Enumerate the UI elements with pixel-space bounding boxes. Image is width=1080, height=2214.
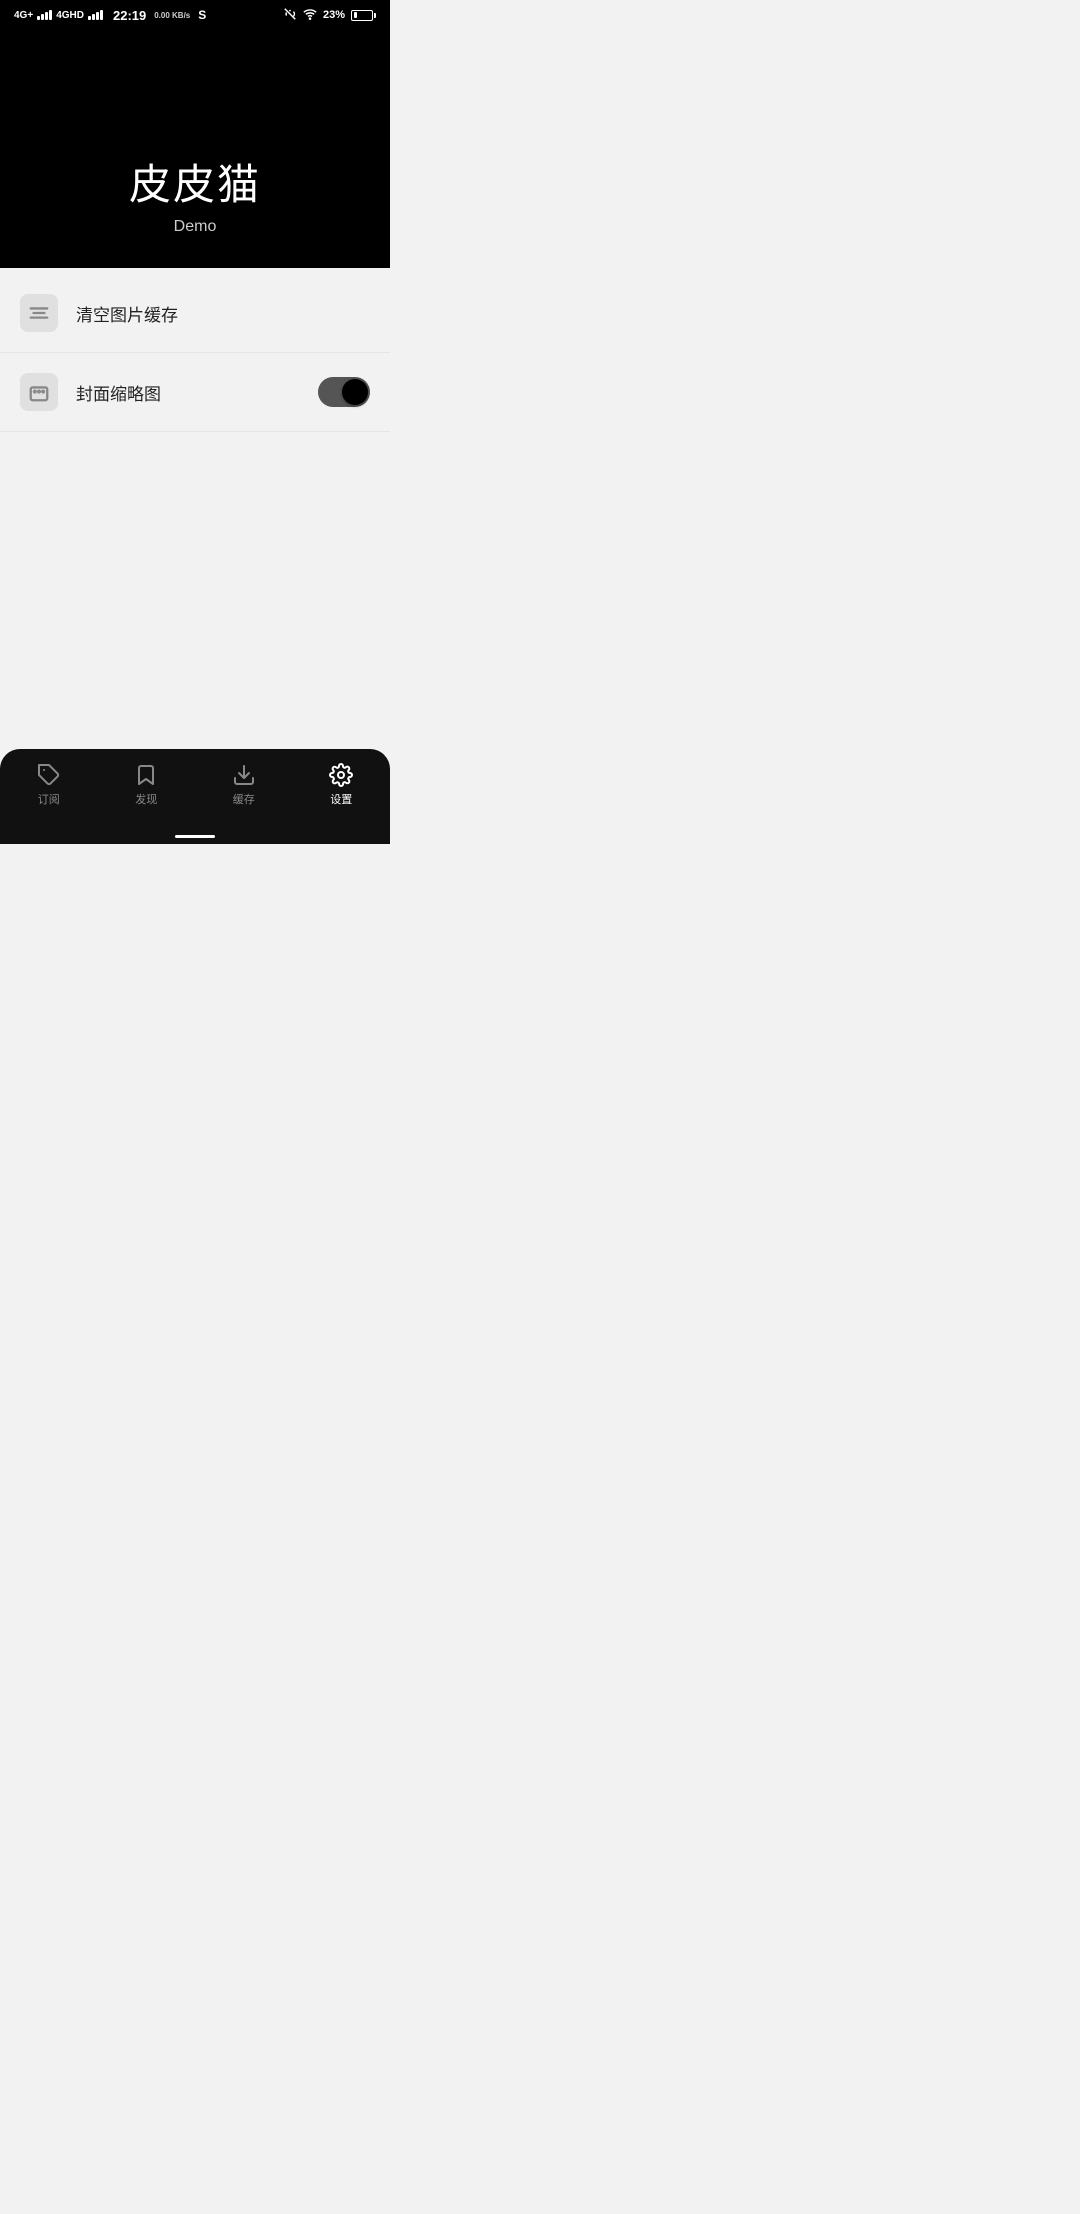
nav-item-discover[interactable]: 发现 — [114, 759, 178, 811]
data-speed: 0.00 KB/s — [154, 11, 190, 20]
status-left: 4G+ 4GHD 22:19 0.00 KB/s S — [14, 8, 206, 23]
app-subtitle: Demo — [174, 218, 217, 236]
gear-icon — [329, 763, 353, 787]
clear-cache-icon-wrapper — [20, 294, 58, 332]
network-type2: 4GHD — [56, 10, 84, 21]
signal-bars-2 — [88, 10, 103, 20]
nav-cache-label: 缓存 — [233, 791, 255, 807]
status-right: 23% — [283, 7, 376, 24]
thumbnail-icon — [28, 381, 50, 403]
menu-lines-icon — [28, 302, 50, 324]
download-icon — [232, 763, 256, 787]
toggle-thumb — [342, 379, 368, 405]
app-title: 皮皮猫 — [129, 151, 261, 212]
cover-thumbnail-toggle[interactable] — [318, 377, 370, 407]
cover-thumbnail-label: 封面缩略图 — [76, 380, 318, 405]
cover-thumbnail-item[interactable]: 封面缩略图 — [0, 353, 390, 432]
clear-cache-item[interactable]: 清空图片缓存 — [0, 274, 390, 353]
nav-item-settings[interactable]: 设置 — [309, 759, 373, 811]
nav-discover-label: 发现 — [135, 791, 157, 807]
battery-icon — [351, 10, 376, 21]
cover-thumbnail-icon-wrapper — [20, 373, 58, 411]
nav-subscribe-label: 订阅 — [38, 791, 60, 807]
tag-icon — [37, 763, 61, 787]
settings-list: 清空图片缓存 封面缩略图 — [0, 268, 390, 591]
wifi-icon — [303, 7, 317, 24]
status-bar: 4G+ 4GHD 22:19 0.00 KB/s S — [0, 0, 390, 28]
skype-icon: S — [198, 8, 206, 22]
content-spacer — [0, 591, 390, 750]
bottom-nav: 订阅 发现 缓存 设置 — [0, 749, 390, 831]
nav-settings-label: 设置 — [330, 791, 352, 807]
signal-bars-1 — [37, 10, 52, 20]
battery-percent: 23% — [323, 9, 345, 21]
hero-section: 皮皮猫 Demo — [0, 28, 390, 268]
bookmark-icon — [134, 763, 158, 787]
clear-cache-label: 清空图片缓存 — [76, 301, 370, 326]
time-display: 22:19 — [113, 8, 146, 23]
mute-icon — [283, 7, 297, 24]
home-indicator — [175, 835, 215, 838]
nav-item-cache[interactable]: 缓存 — [212, 759, 276, 811]
nav-item-subscribe[interactable]: 订阅 — [17, 759, 81, 811]
home-indicator-wrapper — [0, 831, 390, 844]
signal-4g-icon: 4G+ — [14, 10, 33, 21]
